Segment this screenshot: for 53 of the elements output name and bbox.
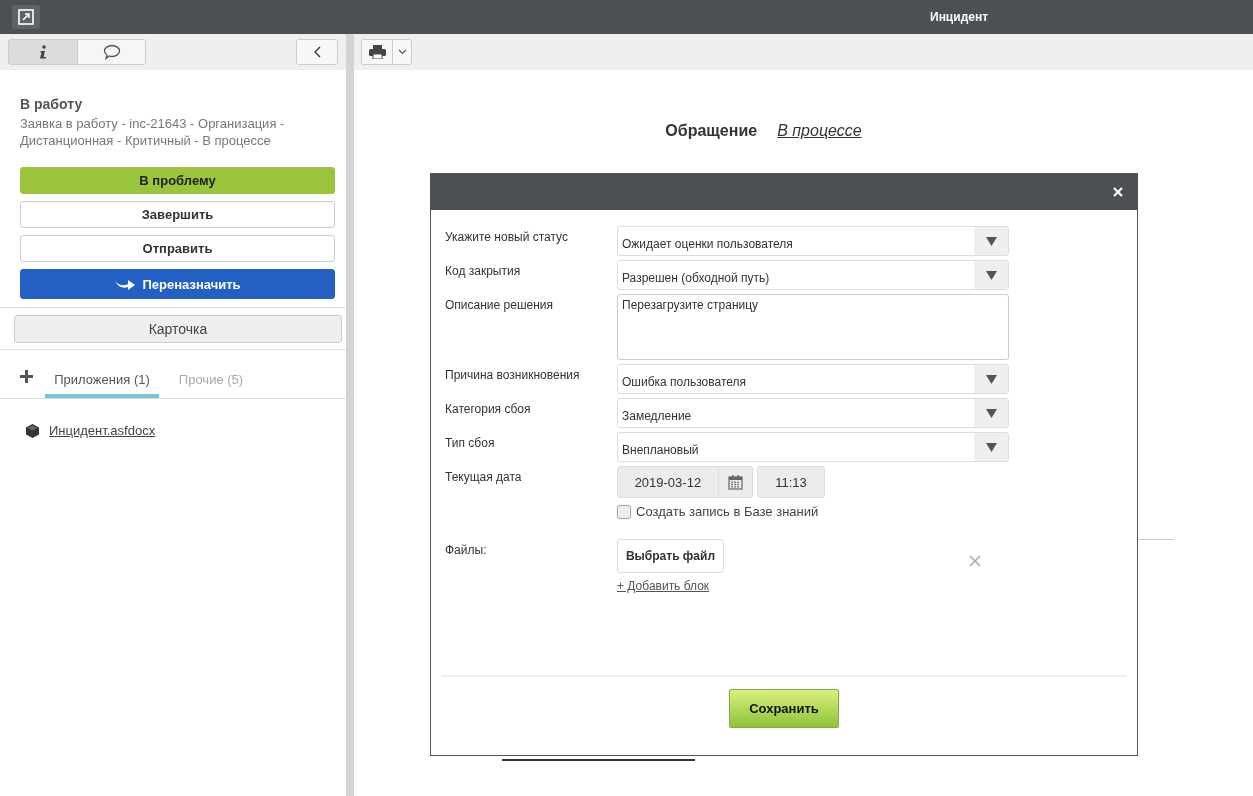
dropdown-field[interactable]: Внеплановый bbox=[617, 432, 1009, 462]
status-link[interactable]: В процессе bbox=[777, 122, 862, 140]
file-link[interactable]: Инцидент.asfdocx bbox=[49, 423, 156, 438]
field-label: Причина возникновения bbox=[445, 367, 581, 384]
card-button[interactable]: Карточка bbox=[14, 315, 342, 343]
checkbox-label: Создать запись в Базе знаний bbox=[636, 504, 819, 519]
document-title: Обращение bbox=[665, 122, 758, 140]
collapse-button[interactable] bbox=[296, 39, 338, 65]
action-button[interactable]: Переназначить bbox=[20, 269, 335, 299]
chevron-left-icon bbox=[313, 46, 321, 58]
print-button[interactable] bbox=[361, 39, 412, 65]
dropdown-field[interactable]: Ошибка пользователя bbox=[617, 364, 1009, 394]
plus-icon[interactable] bbox=[20, 370, 33, 383]
window-title: Инцидент bbox=[930, 10, 989, 24]
speech-bubble-icon bbox=[102, 44, 121, 60]
external-link-icon[interactable] bbox=[18, 9, 34, 25]
field-label: Файлы: bbox=[445, 542, 488, 559]
calendar-icon bbox=[727, 474, 743, 490]
add-block-link[interactable]: + Добавить блок bbox=[617, 579, 710, 593]
dropdown-caret-icon bbox=[985, 236, 997, 246]
cube-icon bbox=[26, 423, 39, 438]
dropdown-field[interactable]: Ожидает оценки пользователя bbox=[617, 226, 1009, 256]
dropdown-caret-icon bbox=[985, 374, 997, 384]
task-heading: В работу bbox=[20, 96, 84, 112]
time-field[interactable]: 11:13 bbox=[757, 466, 825, 498]
field-label: Укажите новый статус bbox=[445, 229, 569, 246]
dropdown-caret-icon bbox=[985, 270, 997, 280]
sidebar-tab[interactable] bbox=[77, 40, 145, 64]
save-button[interactable]: Сохранить bbox=[729, 689, 839, 728]
field-label: Описание решения bbox=[445, 297, 555, 314]
printer-icon bbox=[368, 45, 386, 59]
text-area[interactable]: Перезагрузите страницу bbox=[617, 294, 1009, 360]
action-button[interactable]: Отправить bbox=[20, 235, 335, 262]
field-label: Код закрытия bbox=[445, 263, 522, 280]
dropdown-field[interactable]: Замедление bbox=[617, 398, 1009, 428]
info-icon bbox=[39, 45, 47, 59]
dropdown-field[interactable]: Разрешен (обходной путь) bbox=[617, 260, 1009, 290]
close-icon[interactable] bbox=[1113, 187, 1123, 197]
dropdown-caret-icon bbox=[985, 442, 997, 452]
task-description: Заявка в работу - inc-21643 - Организация - Дистанционная - Критичный - В процессе bbox=[20, 115, 286, 149]
chevron-down-icon bbox=[397, 49, 407, 55]
sidebar-tab[interactable] bbox=[9, 40, 77, 64]
choose-file-button[interactable]: Выбрать файл bbox=[617, 539, 724, 573]
action-button[interactable]: В проблему bbox=[20, 167, 335, 194]
field-label: Тип сбоя bbox=[445, 435, 496, 452]
field-label: Категория сбоя bbox=[445, 401, 532, 418]
attachment-tab[interactable]: Приложения (1) bbox=[45, 350, 159, 398]
action-button[interactable]: Завершить bbox=[20, 201, 335, 228]
dropdown-caret-icon bbox=[985, 408, 997, 418]
arrow-icon bbox=[114, 277, 137, 291]
checkbox[interactable] bbox=[617, 504, 631, 519]
field-label: Текущая дата bbox=[445, 469, 523, 486]
date-field[interactable]: 2019-03-12 bbox=[617, 466, 753, 498]
